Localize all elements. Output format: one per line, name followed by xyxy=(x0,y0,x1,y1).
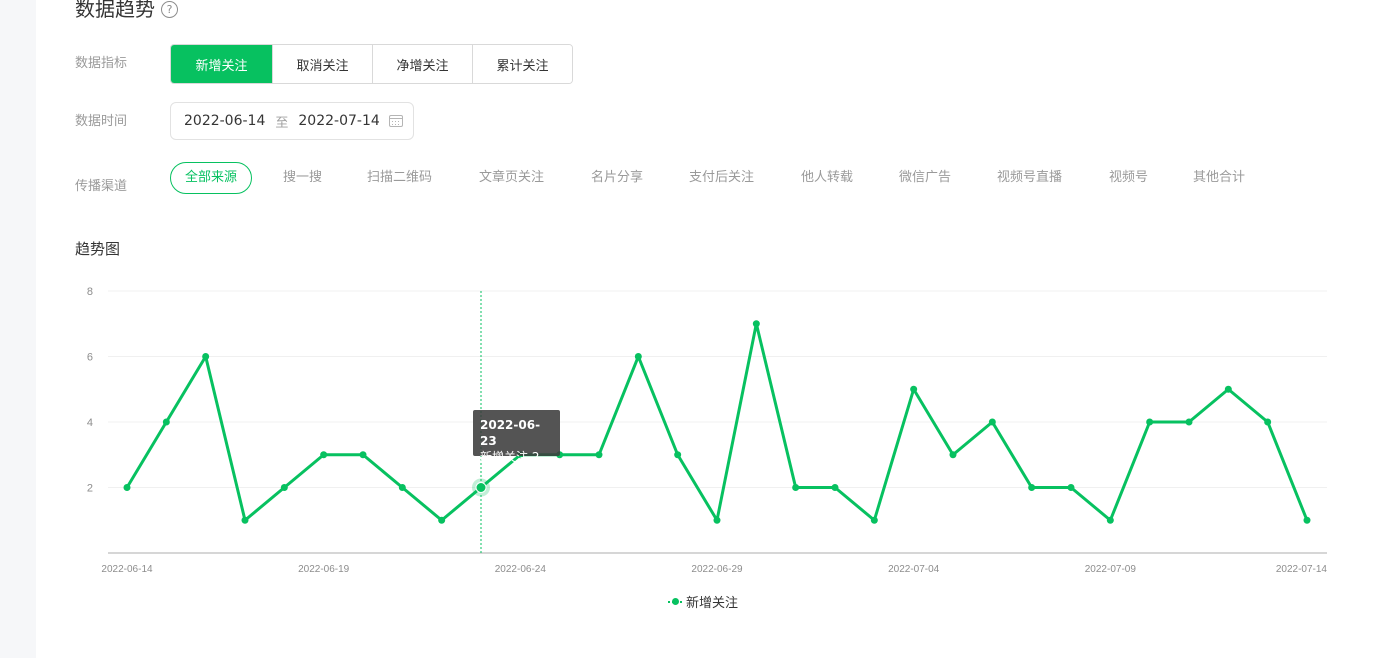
trend-line-chart: 2 4 6 8 2022-06-14 2022-06-19 2022-06-24 2022-0… xyxy=(87,286,1328,575)
data-point xyxy=(870,516,878,524)
data-point xyxy=(831,484,839,491)
data-point xyxy=(752,320,760,328)
data-point xyxy=(910,385,918,393)
y-tick-label: 6 xyxy=(87,352,93,364)
data-point xyxy=(713,516,721,524)
x-tick-label: 2022-07-04 xyxy=(888,564,940,575)
y-tick-label: 8 xyxy=(87,286,93,298)
chart-tooltip: 2022-06-23 新增关注 2 xyxy=(473,410,560,464)
data-point xyxy=(595,451,603,459)
data-point xyxy=(1067,484,1075,491)
data-point xyxy=(988,418,996,426)
data-point xyxy=(634,353,642,360)
data-point xyxy=(1303,516,1311,524)
tooltip-date: 2022-06-23 xyxy=(480,418,541,448)
x-tick-label: 2022-07-09 xyxy=(1085,564,1137,575)
x-tick-label: 2022-06-19 xyxy=(298,564,350,575)
data-point xyxy=(1028,484,1036,491)
chart-legend[interactable]: 新增关注 xyxy=(668,592,738,611)
legend-marker-icon xyxy=(668,596,682,608)
data-point xyxy=(1224,385,1232,393)
data-point xyxy=(202,353,210,360)
data-point xyxy=(792,484,800,491)
data-point xyxy=(123,484,131,491)
data-point xyxy=(320,451,328,459)
data-point xyxy=(280,484,288,491)
y-tick-label: 4 xyxy=(87,417,93,429)
data-point xyxy=(438,516,446,524)
y-tick-label: 2 xyxy=(87,483,93,495)
data-point xyxy=(1264,418,1272,426)
highlight-data-point xyxy=(475,482,487,493)
x-tick-label: 2022-06-14 xyxy=(101,564,153,575)
tooltip-series-name: 新增关注 xyxy=(480,450,529,464)
data-point xyxy=(1185,418,1193,426)
legend-label: 新增关注 xyxy=(686,596,739,611)
data-point xyxy=(241,516,249,524)
data-point xyxy=(398,484,406,491)
tooltip-value-line: 新增关注 2 xyxy=(480,449,553,465)
data-point xyxy=(359,451,367,459)
x-tick-label: 2022-06-24 xyxy=(495,564,547,575)
data-point xyxy=(1106,516,1114,524)
x-tick-label: 2022-07-14 xyxy=(1276,564,1328,575)
x-tick-label: 2022-06-29 xyxy=(691,564,743,575)
data-point xyxy=(674,451,682,459)
data-point xyxy=(949,451,957,459)
data-point xyxy=(1146,418,1154,426)
data-point xyxy=(162,418,170,426)
tooltip-value: 2 xyxy=(531,450,540,464)
